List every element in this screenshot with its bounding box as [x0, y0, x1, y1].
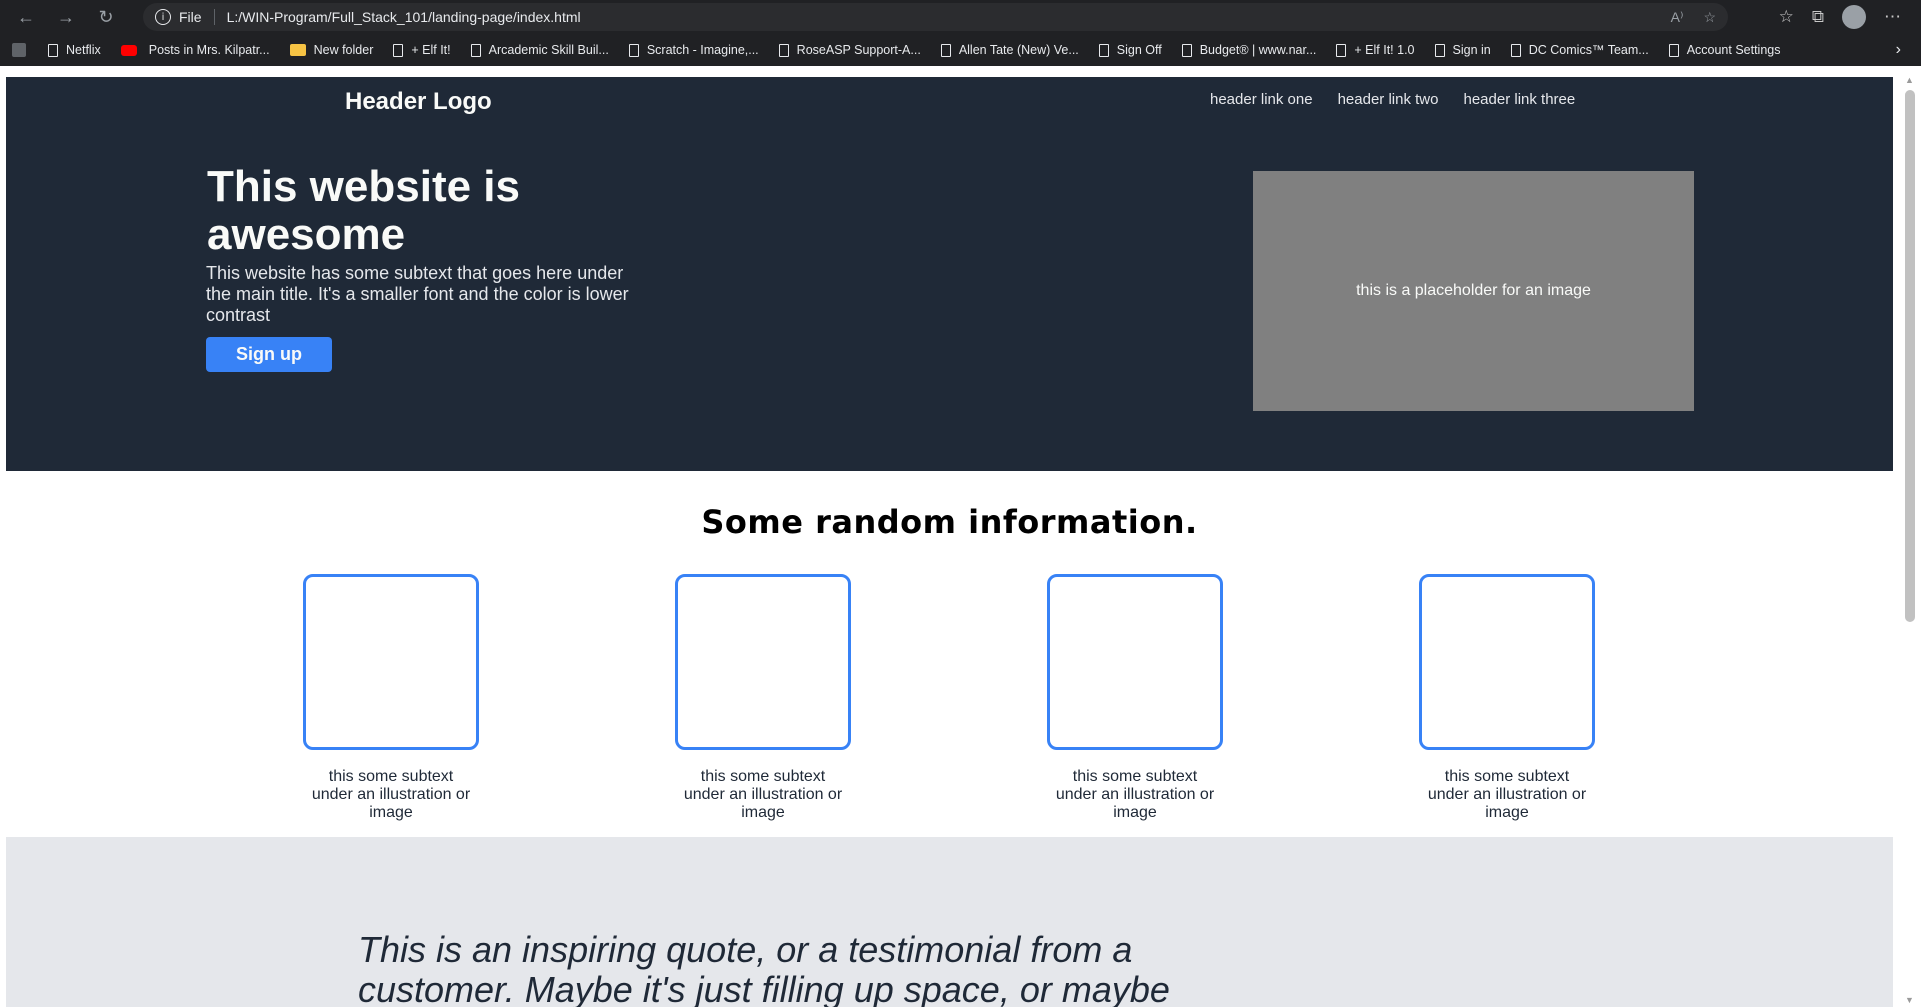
- header-logo[interactable]: Header Logo: [345, 88, 492, 116]
- page-icon: [1668, 43, 1679, 57]
- bookmark-scratch[interactable]: Scratch - Imagine,...: [628, 43, 759, 57]
- scroll-down-icon[interactable]: ▼: [1905, 995, 1914, 1005]
- image-placeholder: this is a placeholder for an image: [1253, 171, 1694, 411]
- illustration-box: [1047, 574, 1223, 750]
- bookmark-label: Netflix: [66, 43, 101, 57]
- page-icon: [1510, 43, 1521, 57]
- profile-avatar-icon[interactable]: [1842, 5, 1866, 29]
- apps-icon[interactable]: [12, 43, 26, 57]
- page-icon: [393, 43, 404, 57]
- browser-toolbar: ← → ↻ i File L:/WIN-Program/Full_Stack_1…: [0, 0, 1921, 34]
- header-link-two[interactable]: header link two: [1338, 91, 1439, 108]
- bookmark-sign-in[interactable]: Sign in: [1434, 43, 1491, 57]
- read-aloud-icon[interactable]: A⁾: [1671, 9, 1684, 26]
- add-favorite-icon[interactable]: ☆: [1703, 9, 1716, 26]
- bookmark-label: + Elf It!: [411, 43, 451, 57]
- address-bar[interactable]: i File L:/WIN-Program/Full_Stack_101/lan…: [143, 3, 1728, 31]
- folder-icon: [289, 44, 306, 56]
- info-card: this some subtext under an illustration …: [673, 574, 853, 822]
- scroll-up-icon[interactable]: ▲: [1905, 75, 1914, 85]
- more-menu-icon[interactable]: ⋯: [1884, 7, 1901, 27]
- quote-section: This is an inspiring quote, or a testimo…: [6, 837, 1893, 1007]
- page-icon: [1336, 43, 1347, 57]
- bookmark-label: Arcademic Skill Buil...: [488, 43, 609, 57]
- bookmark-dc-comics[interactable]: DC Comics™ Team...: [1510, 43, 1649, 57]
- bookmark-label: New folder: [313, 43, 374, 57]
- bookmark-roseasp[interactable]: RoseASP Support-A...: [778, 43, 921, 57]
- info-card: this some subtext under an illustration …: [1045, 574, 1225, 822]
- page-icon: [470, 43, 481, 57]
- reload-icon[interactable]: ↻: [92, 3, 120, 31]
- bookmark-arcademic[interactable]: Arcademic Skill Buil...: [470, 43, 609, 57]
- url-text[interactable]: L:/WIN-Program/Full_Stack_101/landing-pa…: [227, 9, 581, 25]
- header-nav: header link one header link two header l…: [1210, 91, 1575, 108]
- bookmark-posts[interactable]: Posts in Mrs. Kilpatr...: [120, 43, 270, 57]
- page-icon: [1098, 43, 1109, 57]
- card-subtext: this some subtext under an illustration …: [1055, 768, 1215, 821]
- bookmark-elf-it-1[interactable]: + Elf It! 1.0: [1336, 43, 1415, 57]
- card-subtext: this some subtext under an illustration …: [683, 768, 843, 821]
- bookmarks-bar: Netflix Posts in Mrs. Kilpatr... New fol…: [0, 34, 1921, 66]
- hero-title: This website is awesome: [207, 162, 520, 259]
- scheme-label: File: [179, 9, 202, 25]
- bookmark-label: Sign in: [1452, 43, 1491, 57]
- info-section-title: Some random information.: [701, 503, 1198, 541]
- page-icon: [1434, 43, 1445, 57]
- page-icon: [628, 43, 639, 57]
- bookmark-label: DC Comics™ Team...: [1528, 43, 1649, 57]
- image-placeholder-text: this is a placeholder for an image: [1356, 282, 1591, 299]
- page-icon: [778, 43, 789, 57]
- address-divider: [213, 9, 215, 25]
- bookmark-budget[interactable]: Budget® | www.nar...: [1181, 43, 1317, 57]
- card-subtext: this some subtext under an illustration …: [1427, 768, 1587, 821]
- bookmark-netflix[interactable]: Netflix: [48, 43, 101, 57]
- favorites-icon[interactable]: ☆: [1779, 7, 1794, 27]
- bookmark-label: Budget® | www.nar...: [1199, 43, 1317, 57]
- collections-icon[interactable]: ⧉: [1812, 7, 1824, 27]
- card-subtext: this some subtext under an illustration …: [311, 768, 471, 821]
- quote-text: This is an inspiring quote, or a testimo…: [358, 929, 1170, 1008]
- hero-section: Header Logo header link one header link …: [6, 77, 1893, 471]
- bookmark-sign-off[interactable]: Sign Off: [1098, 43, 1162, 57]
- bookmark-label: + Elf It! 1.0: [1354, 43, 1415, 57]
- bookmark-label: RoseASP Support-A...: [796, 43, 921, 57]
- back-arrow-icon[interactable]: ←: [12, 3, 40, 31]
- bookmark-new-folder[interactable]: New folder: [289, 43, 374, 57]
- bookmark-label: Posts in Mrs. Kilpatr...: [148, 43, 270, 57]
- bookmark-label: Scratch - Imagine,...: [646, 43, 759, 57]
- chevron-right-icon[interactable]: ›: [1896, 41, 1901, 59]
- page-icon: [940, 43, 951, 57]
- info-icon[interactable]: i: [155, 9, 171, 25]
- bookmark-allen-tate[interactable]: Allen Tate (New) Ve...: [940, 43, 1079, 57]
- page-viewport: Header Logo header link one header link …: [6, 77, 1893, 1007]
- bookmark-account-settings[interactable]: Account Settings: [1668, 43, 1781, 57]
- header-link-one[interactable]: header link one: [1210, 91, 1313, 108]
- bookmark-label: Account Settings: [1686, 43, 1781, 57]
- bookmark-elf-it[interactable]: + Elf It!: [393, 43, 451, 57]
- illustration-box: [675, 574, 851, 750]
- page-icon: [1181, 43, 1192, 57]
- page-scrollbar[interactable]: ▲ ▼: [1900, 72, 1921, 1008]
- header-link-three[interactable]: header link three: [1463, 91, 1575, 108]
- forward-arrow-icon[interactable]: →: [52, 3, 80, 31]
- page-icon: [48, 43, 58, 57]
- bookmark-label: Allen Tate (New) Ve...: [958, 43, 1079, 57]
- sign-up-button[interactable]: Sign up: [206, 337, 332, 372]
- info-card: this some subtext under an illustration …: [301, 574, 481, 822]
- info-card: this some subtext under an illustration …: [1417, 574, 1597, 822]
- illustration-box: [1419, 574, 1595, 750]
- scrollbar-thumb[interactable]: [1905, 90, 1915, 622]
- hero-subtext: This website has some subtext that goes …: [206, 263, 629, 325]
- bookmark-label: Sign Off: [1116, 43, 1162, 57]
- illustration-box: [303, 574, 479, 750]
- youtube-icon: [120, 44, 137, 56]
